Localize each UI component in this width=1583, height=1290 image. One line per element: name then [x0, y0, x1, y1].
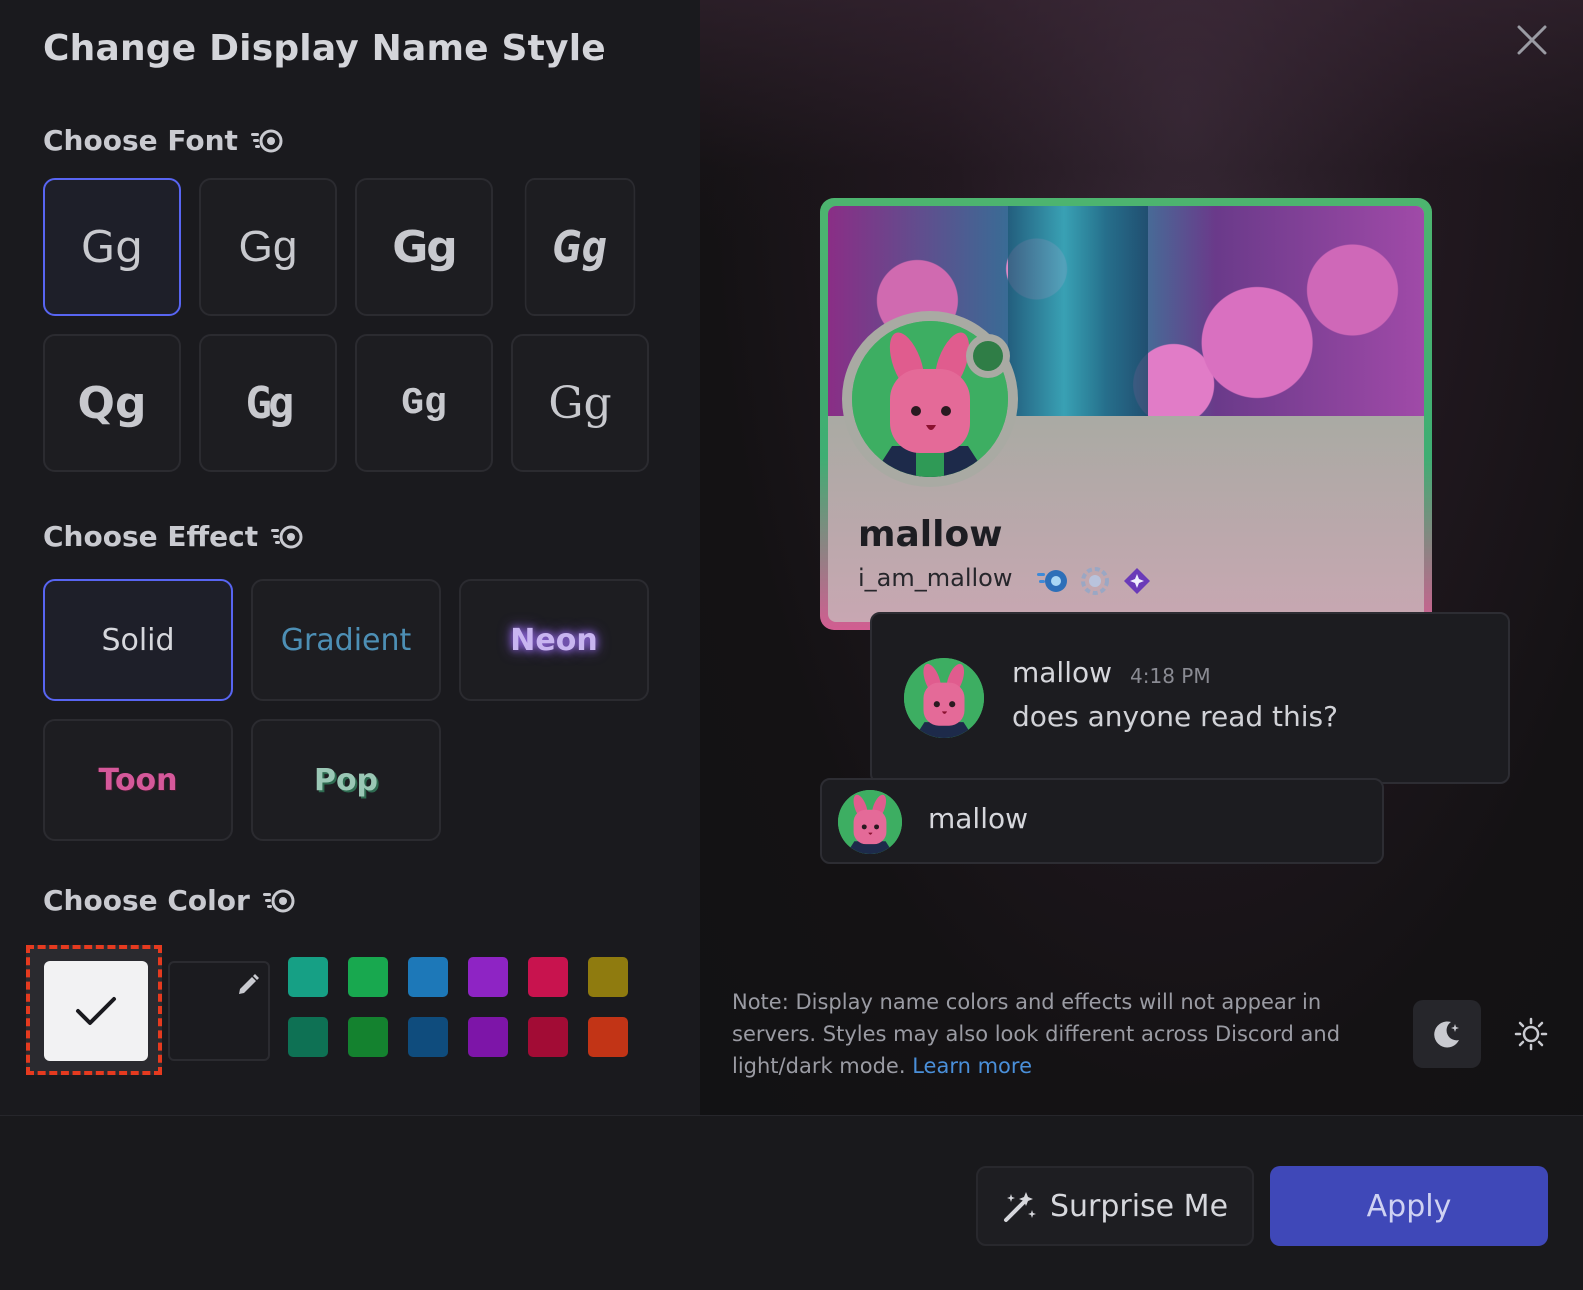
color-swatch-7[interactable] [288, 1017, 328, 1057]
color-swatch-8[interactable] [348, 1017, 388, 1057]
effect-solid[interactable]: Solid [43, 579, 233, 701]
profile-display-name: mallow [858, 514, 1003, 555]
choose-color-label: Choose Color [43, 884, 250, 917]
style-options-panel: Change Display Name Style Choose Font Gg… [0, 0, 700, 1115]
message-avatar [904, 658, 984, 738]
quest-badge-icon [1124, 568, 1150, 594]
effect-toon[interactable]: Toon [43, 719, 233, 841]
color-swatch-5[interactable] [528, 957, 568, 997]
color-swatch-6[interactable] [588, 957, 628, 997]
apply-label: Apply [1366, 1188, 1452, 1224]
color-swatch-12[interactable] [588, 1017, 628, 1057]
color-swatch-10[interactable] [468, 1017, 508, 1057]
nitro-badge-icon [1037, 570, 1067, 592]
color-swatch-4[interactable] [468, 957, 508, 997]
color-swatch-1[interactable] [288, 957, 328, 997]
bunny-avatar-icon [838, 790, 902, 854]
effect-gradient[interactable]: Gradient [251, 579, 441, 701]
effect-options: Solid Gradient Neon Toon Pop [43, 579, 649, 841]
color-options [26, 945, 666, 1075]
font-option-2[interactable]: Gg [199, 178, 337, 316]
font-option-8[interactable]: Gg [511, 334, 649, 472]
font-option-1[interactable]: Gg [43, 178, 181, 316]
nitro-icon [262, 889, 295, 912]
font-option-4[interactable]: Gg [524, 178, 636, 316]
color-swatch-9[interactable] [408, 1017, 448, 1057]
white-swatch[interactable] [44, 961, 148, 1061]
font-option-6[interactable]: Gg [199, 334, 337, 472]
pencil-icon [239, 974, 259, 994]
banner-tower [1008, 206, 1148, 416]
light-theme-button[interactable] [1497, 1000, 1565, 1068]
close-button[interactable] [1512, 20, 1552, 60]
effect-neon[interactable]: Neon [459, 579, 649, 701]
profile-badges [1036, 566, 1154, 596]
boost-badge-icon [1081, 567, 1109, 595]
display-name-style-dialog: Change Display Name Style Choose Font Gg… [0, 0, 1583, 1290]
color-swatch-3[interactable] [408, 957, 448, 997]
profile-card-body: mallow i_am_mallow [828, 206, 1424, 622]
dialog-title: Change Display Name Style [43, 28, 606, 69]
apply-button[interactable]: Apply [1270, 1166, 1548, 1246]
surprise-me-button[interactable]: Surprise Me [976, 1166, 1254, 1246]
magic-wand-icon [1003, 1192, 1036, 1222]
preview-note: Note: Display name colors and effects wi… [732, 986, 1352, 1082]
color-swatch-11[interactable] [528, 1017, 568, 1057]
moon-icon [1434, 1021, 1459, 1048]
bunny-avatar-icon [904, 658, 984, 738]
message-text: does anyone read this? [1012, 700, 1339, 733]
choose-color-heading: Choose Color [43, 884, 296, 917]
sun-icon [1514, 1017, 1548, 1051]
message-timestamp: 4:18 PM [1130, 664, 1211, 688]
nitro-icon [250, 129, 283, 152]
online-status-dot [973, 341, 1003, 371]
font-options: Gg Gg Gg Gg Qg Gg Gg Gg [43, 178, 649, 472]
note-text: Note: Display name colors and effects wi… [732, 990, 1341, 1078]
member-list-preview: mallow [820, 778, 1384, 864]
font-option-7[interactable]: Gg [355, 334, 493, 472]
custom-color-picker[interactable] [168, 961, 270, 1061]
theme-toggle [1413, 1000, 1573, 1068]
message-author: mallow [1012, 656, 1113, 689]
choose-font-heading: Choose Font [43, 124, 284, 157]
profile-username: i_am_mallow [858, 564, 1013, 592]
checkmark-icon [76, 997, 116, 1025]
profile-preview-card: mallow i_am_mallow [820, 198, 1432, 630]
message-preview: mallow 4:18 PM does anyone read this? [870, 612, 1510, 784]
selected-color-swatch[interactable] [26, 945, 162, 1075]
font-option-5[interactable]: Qg [43, 334, 181, 472]
dark-theme-button[interactable] [1413, 1000, 1481, 1068]
learn-more-link[interactable]: Learn more [912, 1054, 1032, 1078]
member-avatar [838, 790, 902, 854]
choose-font-label: Choose Font [43, 124, 238, 157]
surprise-me-label: Surprise Me [1049, 1188, 1229, 1224]
color-swatch-2[interactable] [348, 957, 388, 997]
choose-effect-label: Choose Effect [43, 520, 259, 553]
font-option-3[interactable]: Gg [355, 178, 493, 316]
choose-effect-heading: Choose Effect [43, 520, 304, 553]
member-name: mallow [928, 802, 1029, 835]
effect-pop[interactable]: Pop [251, 719, 441, 841]
status-indicator [966, 334, 1010, 378]
close-icon [1517, 25, 1547, 55]
nitro-icon [271, 525, 303, 548]
